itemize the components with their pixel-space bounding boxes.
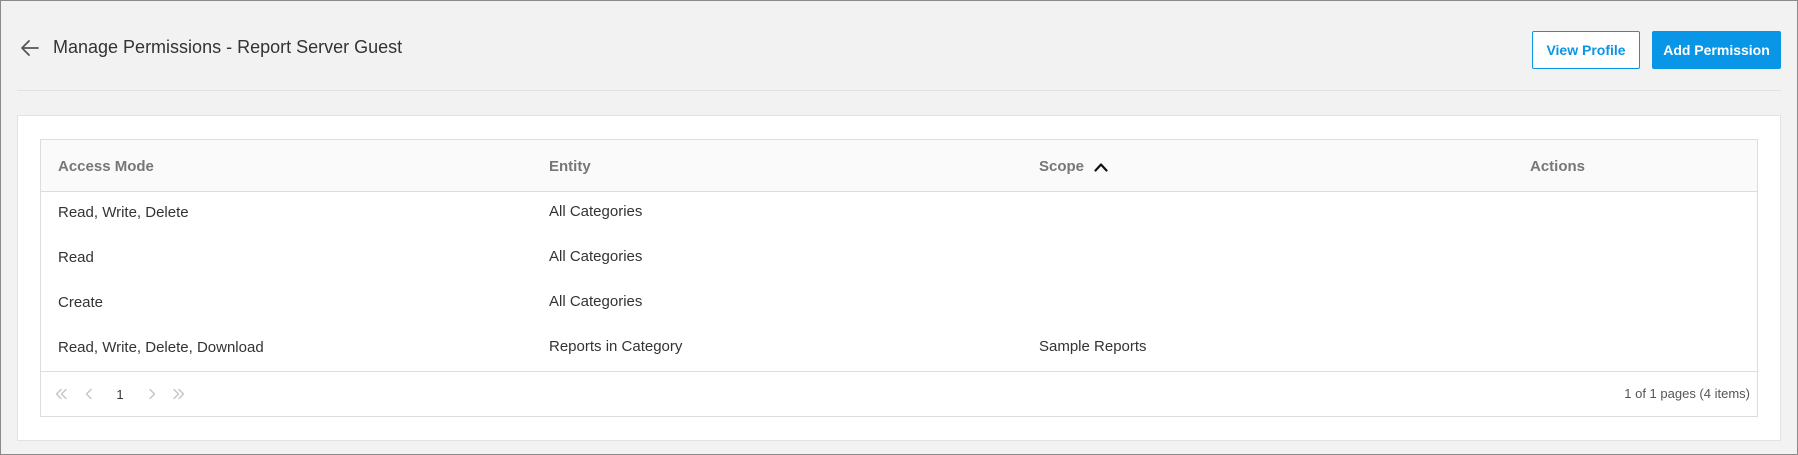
chevron-up-icon[interactable]	[1094, 162, 1108, 172]
arrow-left-icon	[21, 40, 39, 56]
table-row[interactable]: Create All Categories	[41, 281, 1757, 326]
column-header-entity[interactable]: Entity	[549, 158, 591, 175]
column-header-actions: Actions	[1530, 158, 1585, 175]
table-row[interactable]: Read All Categories	[41, 236, 1757, 281]
chevron-left-icon	[85, 388, 92, 400]
view-profile-button[interactable]: View Profile	[1532, 31, 1640, 69]
cell-entity: All Categories	[549, 293, 643, 310]
cell-entity: All Categories	[549, 248, 643, 265]
chevrons-right-icon	[173, 388, 185, 400]
page-number-button[interactable]: 1	[113, 386, 127, 402]
chevron-right-icon	[149, 388, 156, 400]
cell-entity: Reports in Category	[549, 338, 683, 355]
next-page-button[interactable]	[144, 386, 160, 402]
previous-page-button[interactable]	[81, 386, 97, 402]
cell-access-mode: Read, Write, Delete, Download	[58, 339, 264, 356]
pager: 1 1 of 1 pages (4 items)	[41, 371, 1757, 416]
page-header: Manage Permissions - Report Server Guest…	[1, 1, 1797, 91]
cell-access-mode: Create	[58, 294, 104, 311]
app-frame: Manage Permissions - Report Server Guest…	[0, 0, 1798, 455]
column-header-label: Entity	[549, 158, 591, 175]
first-page-button[interactable]	[53, 386, 69, 402]
column-header-label: Scope	[1039, 158, 1085, 175]
permissions-grid: Access Mode Entity Scope Actions Read, W…	[40, 139, 1758, 417]
cell-scope: Sample Reports	[1039, 338, 1147, 355]
page-title: Manage Permissions - Report Server Guest	[53, 37, 403, 57]
back-button[interactable]	[17, 35, 43, 61]
table-row[interactable]: Read, Write, Delete, Download Reports in…	[41, 326, 1757, 371]
permissions-card: Access Mode Entity Scope Actions Read, W…	[17, 115, 1781, 441]
column-header-label: Actions	[1530, 158, 1586, 175]
table-row[interactable]: Read, Write, Delete All Categories	[41, 191, 1757, 236]
cell-access-mode: Read	[58, 249, 94, 266]
cell-access-mode: Read, Write, Delete	[58, 204, 189, 221]
chevrons-left-icon	[55, 388, 67, 400]
pager-info: 1 of 1 pages (4 items)	[1624, 386, 1750, 401]
header-divider	[17, 90, 1781, 91]
add-permission-button[interactable]: Add Permission	[1652, 31, 1781, 69]
column-header-access-mode[interactable]: Access Mode	[58, 158, 154, 175]
last-page-button[interactable]	[171, 386, 187, 402]
grid-header: Access Mode Entity Scope Actions	[41, 140, 1757, 192]
cell-entity: All Categories	[549, 203, 643, 220]
column-header-label: Access Mode	[58, 158, 154, 175]
column-header-scope[interactable]: Scope	[1039, 158, 1108, 175]
